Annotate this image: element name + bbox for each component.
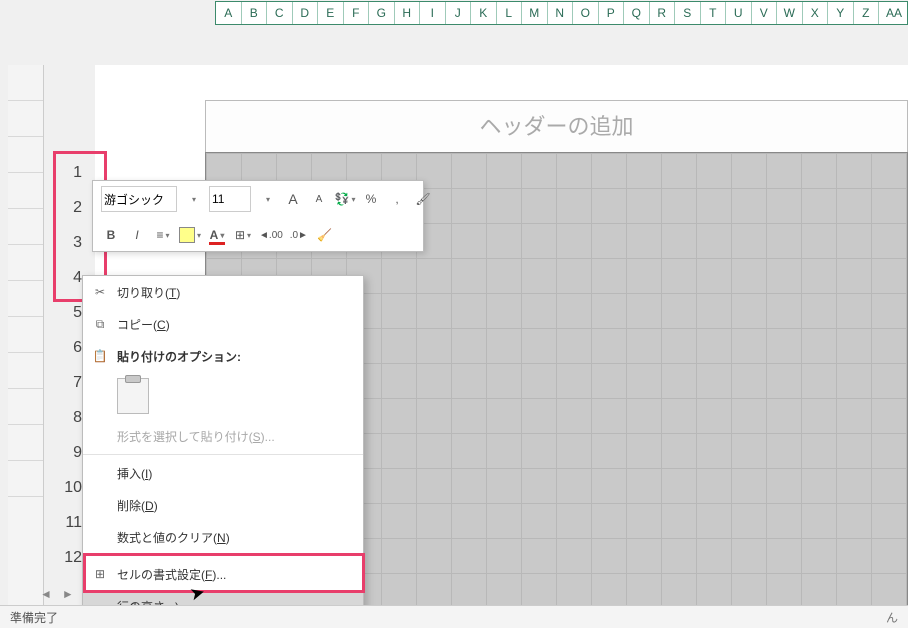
comma-style-button[interactable]: , xyxy=(387,188,407,210)
increase-font-icon[interactable]: A xyxy=(283,188,303,210)
merge-center-button[interactable]: ⊞ xyxy=(233,224,253,246)
col-header[interactable]: D xyxy=(293,2,319,24)
col-header[interactable]: R xyxy=(650,2,676,24)
col-header[interactable]: C xyxy=(267,2,293,24)
font-size-dropdown-icon[interactable] xyxy=(257,188,277,210)
col-header[interactable]: Z xyxy=(854,2,880,24)
ctx-copy[interactable]: ⧉ コピー(C) xyxy=(83,308,363,340)
ctx-paste-option xyxy=(83,372,363,420)
bold-button[interactable]: B xyxy=(101,224,121,246)
font-size-combo[interactable] xyxy=(209,186,251,212)
col-header[interactable]: V xyxy=(752,2,778,24)
increase-decimal-button[interactable]: ◄.00 xyxy=(259,224,283,246)
ctx-clear-contents[interactable]: 数式と値のクリア(N) xyxy=(83,521,363,553)
decrease-font-icon[interactable]: A xyxy=(309,188,329,210)
col-header[interactable]: J xyxy=(446,2,472,24)
percent-style-button[interactable]: % xyxy=(361,188,381,210)
ctx-label: 形式を選択して貼り付け(S)... xyxy=(117,428,275,445)
ruler-gutter xyxy=(8,65,44,606)
ctx-insert[interactable]: 挿入(I) xyxy=(83,457,363,489)
col-header[interactable]: A xyxy=(216,2,242,24)
ctx-label: 貼り付けのオプション: xyxy=(117,348,241,365)
status-ready: 準備完了 xyxy=(10,609,58,626)
ctx-label: 数式と値のクリア(N) xyxy=(117,529,230,546)
col-header[interactable]: T xyxy=(701,2,727,24)
font-color-button[interactable]: A xyxy=(207,224,227,246)
column-headers[interactable]: A B C D E F G H I J K L M N O P Q R S T … xyxy=(215,1,908,25)
ctx-paste-special: 形式を選択して貼り付け(S)... xyxy=(83,420,363,452)
col-header[interactable]: N xyxy=(548,2,574,24)
col-header[interactable]: M xyxy=(522,2,548,24)
col-header[interactable]: K xyxy=(471,2,497,24)
format-cells-icon: ⊞ xyxy=(91,567,109,581)
col-header[interactable]: B xyxy=(242,2,268,24)
borders-button[interactable]: ≡ xyxy=(153,224,173,246)
scissors-icon: ✂ xyxy=(91,285,109,299)
italic-button[interactable]: I xyxy=(127,224,147,246)
row-header[interactable]: 3 xyxy=(55,225,90,260)
col-header[interactable]: E xyxy=(318,2,344,24)
ctx-label: コピー(C) xyxy=(117,316,170,333)
accounting-format-button[interactable]: 💱 xyxy=(335,188,355,210)
clear-format-icon[interactable]: 🧹 xyxy=(315,224,335,246)
row-header[interactable]: 1 xyxy=(55,155,90,190)
col-header[interactable]: W xyxy=(777,2,803,24)
paste-values-icon xyxy=(117,378,149,414)
col-header[interactable]: L xyxy=(497,2,523,24)
col-header[interactable]: X xyxy=(803,2,829,24)
col-header[interactable]: S xyxy=(675,2,701,24)
fill-color-button[interactable] xyxy=(179,224,201,246)
font-name-dropdown-icon[interactable] xyxy=(183,188,203,210)
format-painter-icon[interactable]: 🖌 xyxy=(413,188,433,210)
ctx-delete[interactable]: 削除(D) xyxy=(83,489,363,521)
col-header[interactable]: O xyxy=(573,2,599,24)
sheet-nav[interactable]: ◄ ► xyxy=(40,582,74,606)
col-header[interactable]: Y xyxy=(828,2,854,24)
ctx-label: 削除(D) xyxy=(117,497,158,514)
decrease-decimal-button[interactable]: .0► xyxy=(289,224,309,246)
col-header[interactable]: F xyxy=(344,2,370,24)
ctx-format-cells[interactable]: ⊞ セルの書式設定(F)... xyxy=(83,558,363,590)
ctx-paste-options-header: 📋 貼り付けのオプション: xyxy=(83,340,363,372)
col-header[interactable]: G xyxy=(369,2,395,24)
col-header[interactable]: U xyxy=(726,2,752,24)
context-menu: ✂ 切り取り(T) ⧉ コピー(C) 📋 貼り付けのオプション: 形式を選択して… xyxy=(82,275,364,628)
header-add-area[interactable]: ヘッダーの追加 xyxy=(205,100,908,153)
row-header[interactable]: 2 xyxy=(55,190,90,225)
col-header[interactable]: Q xyxy=(624,2,650,24)
ctx-label: 切り取り(T) xyxy=(117,284,180,301)
clipboard-icon: 📋 xyxy=(91,349,109,363)
font-name-combo[interactable] xyxy=(101,186,177,212)
sheet-prev-icon[interactable]: ◄ xyxy=(40,587,52,601)
sheet-next-icon[interactable]: ► xyxy=(62,587,74,601)
app-root: A B C D E F G H I J K L M N O P Q R S T … xyxy=(0,0,908,628)
ctx-label: 挿入(I) xyxy=(117,465,152,482)
mini-toolbar: A A 💱 % , 🖌 B I ≡ A ⊞ ◄.00 .0► 🧹 xyxy=(92,180,424,252)
col-header[interactable]: P xyxy=(599,2,625,24)
ctx-cut[interactable]: ✂ 切り取り(T) xyxy=(83,276,363,308)
ctx-label: セルの書式設定(F)... xyxy=(117,566,226,583)
status-page-info: ん xyxy=(886,609,898,626)
col-header[interactable]: H xyxy=(395,2,421,24)
status-bar: 準備完了 ん xyxy=(0,605,908,628)
col-header[interactable]: AA xyxy=(879,2,908,24)
copy-icon: ⧉ xyxy=(91,317,109,332)
col-header[interactable]: I xyxy=(420,2,446,24)
